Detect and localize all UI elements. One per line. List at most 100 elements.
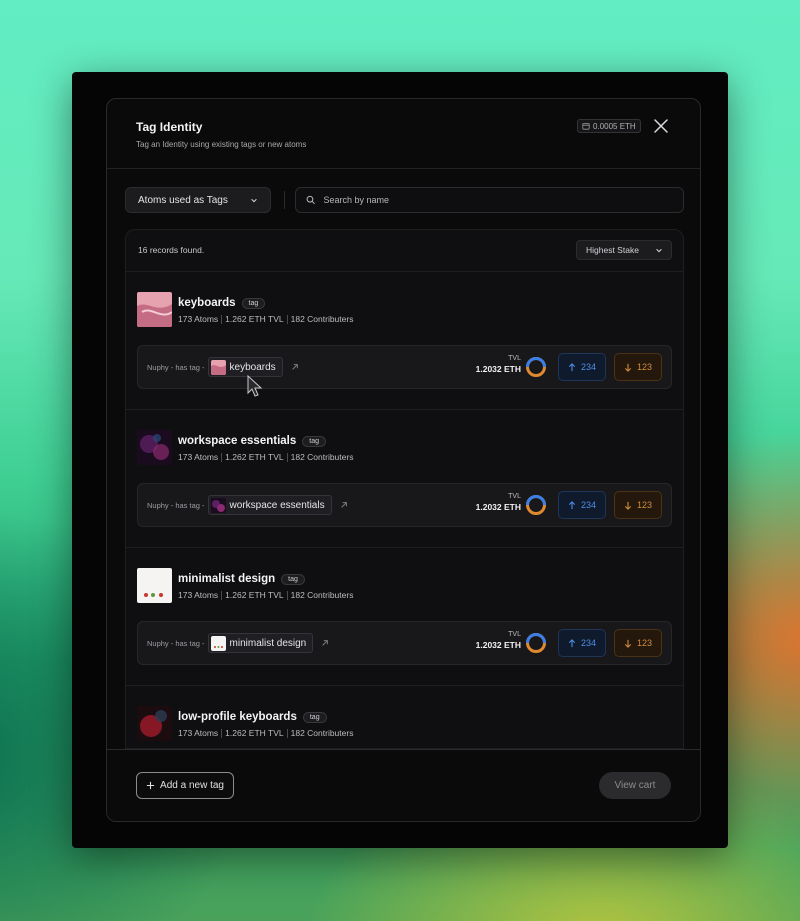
claim-chip[interactable]: workspace essentials	[207, 495, 332, 515]
tvl-value: 1.2032 ETH	[475, 364, 521, 374]
close-button[interactable]	[652, 117, 670, 135]
sort-select-label: Highest Stake	[586, 245, 639, 255]
tvl-total: 1.262 ETH TVL	[225, 590, 284, 600]
atom-thumbnail	[137, 292, 172, 327]
claim-summary: Nuphy - has tag - workspace essentials	[147, 495, 348, 515]
atom-count: 173 Atoms	[178, 728, 219, 738]
record-title: keyboards tag	[178, 297, 266, 309]
tag-badge: tag	[302, 435, 326, 447]
close-icon	[654, 119, 668, 133]
modal-header: Tag Identity Tag an Identity using exist…	[107, 99, 700, 169]
view-cart-button[interactable]: View cart	[599, 772, 671, 799]
list-item[interactable]: low-profile keyboards tag 173 Atoms 1.26…	[126, 686, 683, 748]
vote-for-count: 234	[580, 500, 597, 510]
external-link-icon[interactable]	[321, 639, 329, 647]
search-input[interactable]	[323, 195, 673, 205]
tvl-label: TVL	[508, 631, 521, 638]
chevron-down-icon	[656, 248, 662, 253]
add-new-tag-label: Add a new tag	[160, 780, 224, 791]
modal-subtitle: Tag an Identity using existing tags or n…	[136, 140, 307, 149]
chip-thumbnail	[210, 635, 226, 651]
arrow-down-icon	[624, 363, 632, 372]
wallet-icon	[582, 123, 590, 130]
vote-for-count: 234	[580, 638, 597, 648]
tag-badge: tag	[281, 573, 305, 585]
vote-for-button[interactable]: 234	[558, 353, 606, 381]
external-link-icon[interactable]	[340, 501, 348, 509]
atom-thumbnail	[137, 568, 172, 603]
tag-identity-modal: Tag Identity Tag an Identity using exist…	[106, 98, 701, 822]
record-title: low-profile keyboards tag	[178, 711, 327, 723]
vote-for-button[interactable]: 234	[558, 629, 606, 657]
vote-against-button[interactable]: 123	[614, 629, 662, 657]
results-panel: 16 records found. Highest Stake keyboard…	[125, 229, 684, 749]
sort-select[interactable]: Highest Stake	[576, 240, 672, 260]
vote-against-button[interactable]: 123	[614, 491, 662, 519]
tvl-total: 1.262 ETH TVL	[225, 728, 284, 738]
arrow-up-icon	[568, 638, 576, 647]
atom-count: 173 Atoms	[178, 590, 219, 600]
mouse-pointer-icon	[247, 374, 263, 397]
tvl-total: 1.262 ETH TVL	[225, 452, 284, 462]
arrow-up-icon	[568, 500, 576, 509]
record-title: workspace essentials tag	[178, 435, 326, 447]
tvl-label: TVL	[508, 355, 521, 362]
vote-against-count: 123	[636, 638, 653, 648]
atom-count: 173 Atoms	[178, 452, 219, 462]
tvl-value: 1.2032 ETH	[475, 502, 521, 512]
toolbar: Atoms used as Tags	[107, 169, 700, 229]
vote-against-button[interactable]: 123	[614, 353, 662, 381]
claim-chip[interactable]: minimalist design	[207, 633, 314, 653]
search-box[interactable]	[295, 187, 684, 213]
vote-for-count: 234	[580, 362, 597, 372]
claim-chip-label: workspace essentials	[229, 499, 325, 511]
claim-card: Nuphy - has tag - workspace essentials T…	[137, 483, 672, 527]
records-count: 16 records found.	[138, 245, 205, 255]
arrow-down-icon	[624, 501, 632, 510]
record-title-text: keyboards	[178, 297, 236, 309]
record-meta: 173 Atoms 1.262 ETH TVL 182 Contributers	[178, 590, 353, 600]
record-title-text: low-profile keyboards	[178, 711, 297, 723]
chevron-down-icon	[251, 198, 257, 203]
claim-chip-label: minimalist design	[229, 637, 307, 649]
atom-thumbnail	[137, 430, 172, 465]
modal-footer: Add a new tag View cart	[107, 749, 700, 821]
record-title: minimalist design tag	[178, 573, 305, 585]
record-meta: 173 Atoms 1.262 ETH TVL 182 Contributers	[178, 452, 353, 462]
claim-prefix: Nuphy - has tag -	[147, 638, 205, 648]
contributor-count: 182 Contributers	[290, 314, 354, 324]
record-title-text: workspace essentials	[178, 435, 297, 447]
toolbar-divider	[284, 191, 285, 209]
filter-select-label: Atoms used as Tags	[138, 194, 228, 206]
chip-thumbnail	[210, 497, 226, 513]
external-link-icon[interactable]	[291, 363, 299, 371]
claim-tvl: TVL 1.2032 ETH	[471, 355, 521, 374]
tvl-ring	[526, 495, 546, 515]
tvl-label: TVL	[508, 493, 521, 500]
vote-against-count: 123	[636, 500, 653, 510]
list-item[interactable]: keyboards tag 173 Atoms 1.262 ETH TVL 18…	[126, 272, 683, 410]
chip-thumbnail	[210, 359, 226, 375]
claim-card: Nuphy - has tag - minimalist design TVL …	[137, 621, 672, 665]
tvl-value: 1.2032 ETH	[475, 640, 521, 650]
plus-icon	[146, 781, 155, 790]
record-title-text: minimalist design	[178, 573, 276, 585]
atom-thumbnail	[137, 706, 172, 741]
arrow-down-icon	[624, 639, 632, 648]
record-meta: 173 Atoms 1.262 ETH TVL 182 Contributers	[178, 314, 353, 324]
claim-chip-label: keyboards	[229, 361, 276, 373]
add-new-tag-button[interactable]: Add a new tag	[136, 772, 234, 799]
list-item[interactable]: workspace essentials tag 173 Atoms 1.262…	[126, 410, 683, 548]
vote-against-count: 123	[636, 362, 653, 372]
vote-for-button[interactable]: 234	[558, 491, 606, 519]
cost-value: 0.0005 ETH	[593, 121, 636, 131]
claim-prefix: Nuphy - has tag -	[147, 362, 205, 372]
cost-badge: 0.0005 ETH	[577, 119, 641, 133]
list-item[interactable]: minimalist design tag 173 Atoms 1.262 ET…	[126, 548, 683, 686]
claim-card: Nuphy - has tag - keyboards TVL 1.2032 E…	[137, 345, 672, 389]
tvl-ring	[526, 633, 546, 653]
filter-select[interactable]: Atoms used as Tags	[125, 187, 271, 213]
claim-tvl: TVL 1.2032 ETH	[471, 631, 521, 650]
tag-badge: tag	[241, 297, 266, 309]
search-icon	[306, 195, 315, 205]
